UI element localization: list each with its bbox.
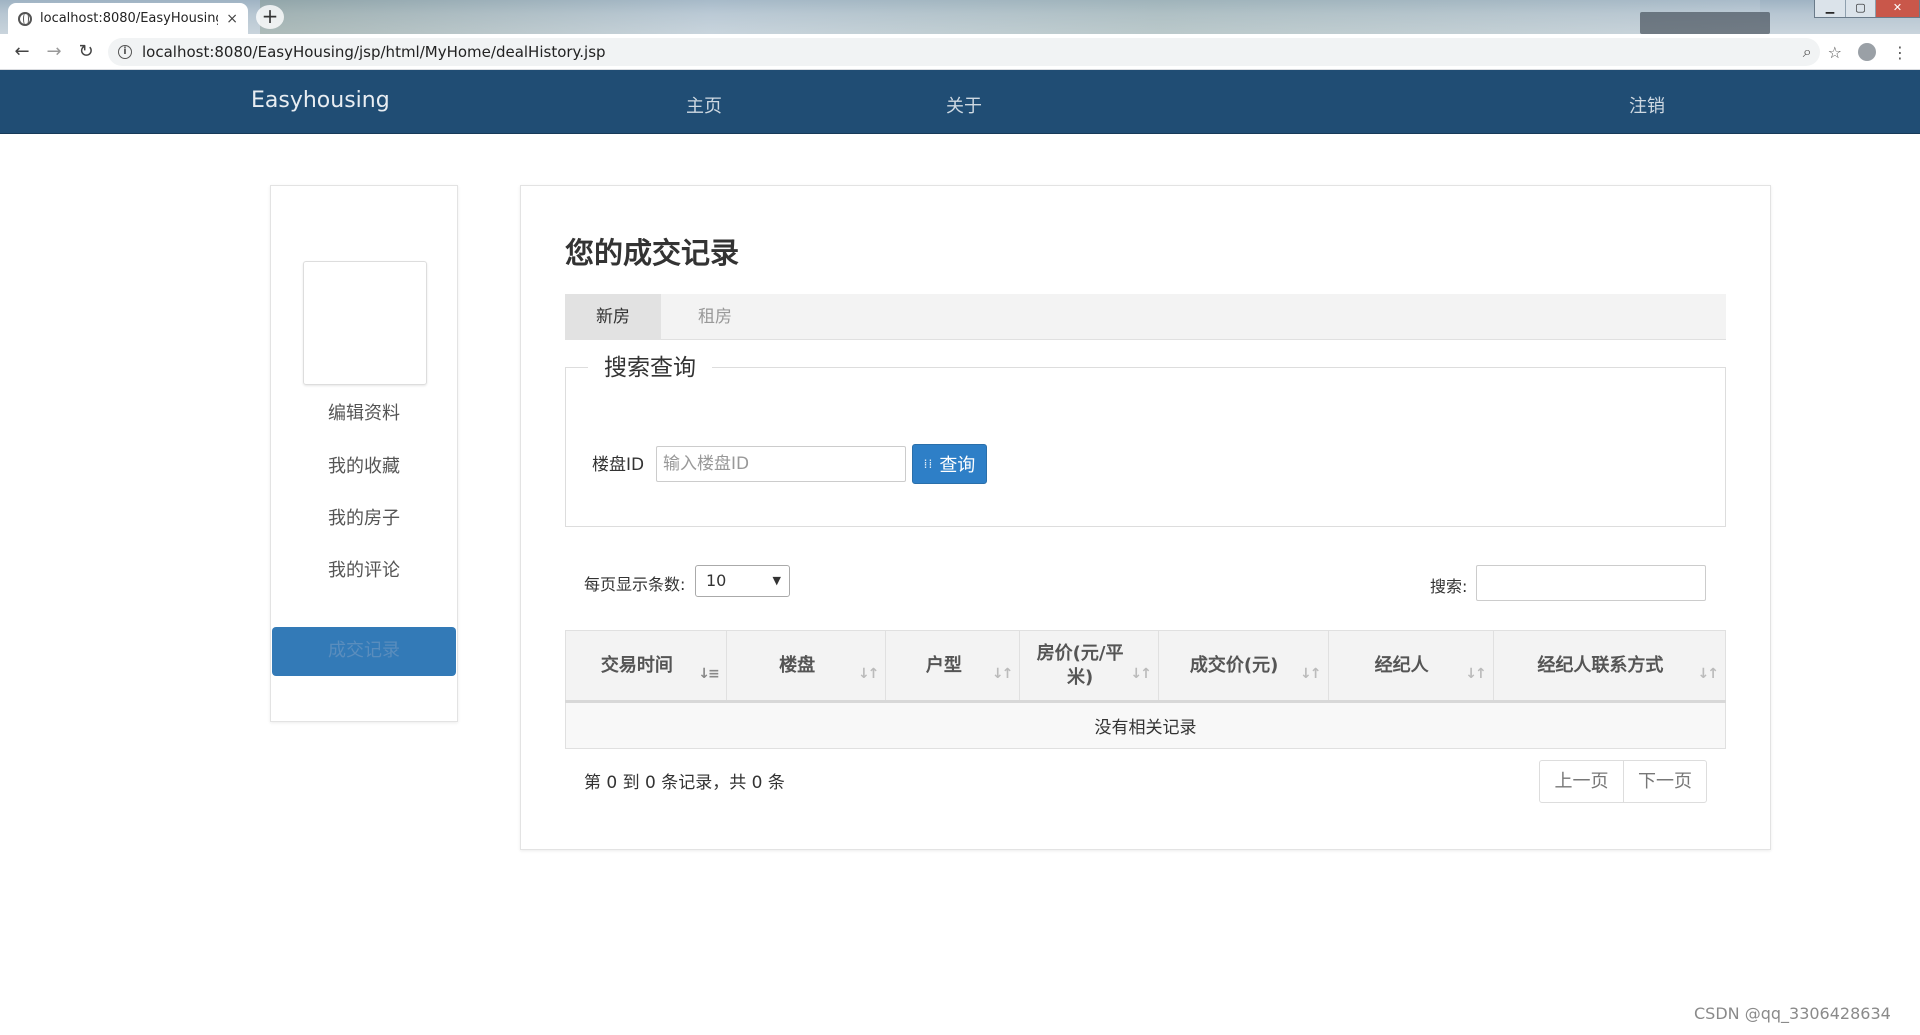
- globe-icon: [18, 11, 32, 26]
- tab-bar: 新房 租房: [565, 294, 1726, 340]
- sort-icon: ↓↑: [857, 666, 880, 682]
- table-row: 没有相关记录: [565, 701, 1726, 749]
- table-header-row: 交易时间 ↓≡ 楼盘 ↓↑ 户型 ↓↑ 房价(元/平米) ↓↑ 成交价(元) ↓↑ 经纪人…: [565, 630, 1727, 703]
- bookmark-star-icon[interactable]: ☆: [1828, 43, 1842, 62]
- prev-page-button[interactable]: 上一页: [1540, 761, 1623, 802]
- sidebar-item-my-comments[interactable]: 我的评论: [271, 547, 457, 595]
- user-sidebar: 编辑资料 我的收藏 我的房子 我的评论 成交记录: [270, 185, 458, 722]
- table-search-label: 搜索:: [1430, 577, 1468, 596]
- column-header-agent[interactable]: 经纪人 ↓↑: [1327, 630, 1494, 703]
- table-info: 第 0 到 0 条记录，共 0 条: [584, 773, 785, 793]
- sort-icon: ↓↑: [1130, 666, 1152, 682]
- site-info-icon[interactable]: i: [118, 45, 132, 59]
- browser-toolbar: ← → ↻ i localhost:8080/EasyHousing/jsp/h…: [0, 34, 1920, 70]
- pagination: 上一页 下一页: [1539, 760, 1707, 803]
- browser-tabstrip: localhost:8080/EasyHousing/js × + ▁ ▢ ✕: [0, 0, 1920, 34]
- next-page-button[interactable]: 下一页: [1623, 761, 1706, 802]
- dropdown-caret-icon: ▼: [772, 574, 781, 587]
- watermark: CSDN @qq_3306428634: [1694, 1004, 1891, 1023]
- page-length-label: 每页显示条数:: [584, 575, 686, 594]
- sort-icon: ↓↑: [1697, 666, 1720, 682]
- url-text: localhost:8080/EasyHousing/jsp/html/MyHo…: [142, 43, 606, 61]
- sidebar-item-deal-history[interactable]: 成交记录: [272, 627, 456, 676]
- brand-logo[interactable]: Easyhousing: [251, 88, 390, 113]
- back-icon[interactable]: ←: [6, 36, 38, 68]
- building-id-input[interactable]: [656, 446, 906, 482]
- column-header-building[interactable]: 楼盘 ↓↑: [725, 630, 887, 703]
- column-header-agent-contact[interactable]: 经纪人联系方式 ↓↑: [1492, 630, 1727, 703]
- sort-icon: ↓↑: [991, 666, 1014, 682]
- browser-tab[interactable]: localhost:8080/EasyHousing/js ×: [8, 3, 248, 34]
- nav-link-logout[interactable]: 注销: [1629, 92, 1665, 118]
- zoom-icon[interactable]: ⌕: [1803, 42, 1812, 62]
- sort-asc-icon: ↓≡: [698, 666, 720, 682]
- desktop-background: [260, 0, 1760, 34]
- sidebar-item-my-houses[interactable]: 我的房子: [271, 495, 457, 543]
- avatar: [303, 261, 427, 385]
- query-button[interactable]: ⁞⁞ 查询: [912, 444, 987, 484]
- deal-table: 交易时间 ↓≡ 楼盘 ↓↑ 户型 ↓↑ 房价(元/平米) ↓↑ 成交价(元) ↓↑ 经纪人…: [565, 630, 1727, 749]
- site-navbar: Easyhousing 主页 关于 注销: [0, 70, 1920, 134]
- minimize-button[interactable]: ▁: [1815, 0, 1845, 17]
- column-header-deal-time[interactable]: 交易时间 ↓≡: [565, 630, 727, 703]
- search-fieldset: 搜索查询 楼盘ID ⁞⁞ 查询: [565, 348, 1726, 527]
- query-button-label: 查询: [939, 455, 976, 476]
- new-tab-button[interactable]: +: [256, 5, 284, 29]
- tab-rental[interactable]: 租房: [667, 294, 763, 340]
- column-header-layout[interactable]: 户型 ↓↑: [885, 630, 1021, 703]
- column-header-unit-price[interactable]: 房价(元/平米) ↓↑: [1019, 630, 1159, 703]
- nav-link-about[interactable]: 关于: [946, 92, 982, 118]
- menu-dots-icon[interactable]: ⋮: [1892, 43, 1908, 62]
- profile-icon[interactable]: [1858, 43, 1876, 61]
- restore-button[interactable]: ▢: [1845, 0, 1875, 17]
- sidebar-item-favorites[interactable]: 我的收藏: [271, 443, 457, 491]
- page-length-select[interactable]: 10 ▼: [695, 565, 790, 597]
- toolbar-actions: ⌕ ☆ ⋮: [1803, 38, 1908, 66]
- search-icon: ⁞⁞: [923, 457, 934, 471]
- table-search-input[interactable]: [1476, 565, 1706, 601]
- sort-icon: ↓↑: [1465, 666, 1487, 682]
- empty-table-message: 没有相关记录: [565, 701, 1726, 749]
- nav-link-home[interactable]: 主页: [686, 92, 722, 118]
- window-controls: ▁ ▢ ✕: [1814, 0, 1920, 18]
- tab-new-house[interactable]: 新房: [565, 294, 661, 340]
- tab-title: localhost:8080/EasyHousing/js: [40, 11, 218, 26]
- close-window-button[interactable]: ✕: [1875, 0, 1919, 17]
- tab-close-button[interactable]: ×: [226, 11, 238, 27]
- search-legend: 搜索查询: [588, 348, 712, 382]
- building-id-label: 楼盘ID: [592, 455, 645, 475]
- sort-icon: ↓↑: [1300, 666, 1322, 682]
- background-window: [1640, 12, 1770, 34]
- page-title: 您的成交记录: [565, 236, 740, 270]
- main-panel: 您的成交记录 新房 租房 搜索查询 楼盘ID ⁞⁞ 查询 每页显示条数: 10 …: [520, 185, 1771, 850]
- forward-icon[interactable]: →: [38, 36, 70, 68]
- page-length-value: 10: [706, 571, 727, 590]
- address-bar[interactable]: i localhost:8080/EasyHousing/jsp/html/My…: [108, 38, 1820, 66]
- sidebar-item-edit-profile[interactable]: 编辑资料: [271, 390, 457, 438]
- column-header-deal-price[interactable]: 成交价(元) ↓↑: [1157, 630, 1329, 703]
- reload-icon[interactable]: ↻: [70, 36, 102, 68]
